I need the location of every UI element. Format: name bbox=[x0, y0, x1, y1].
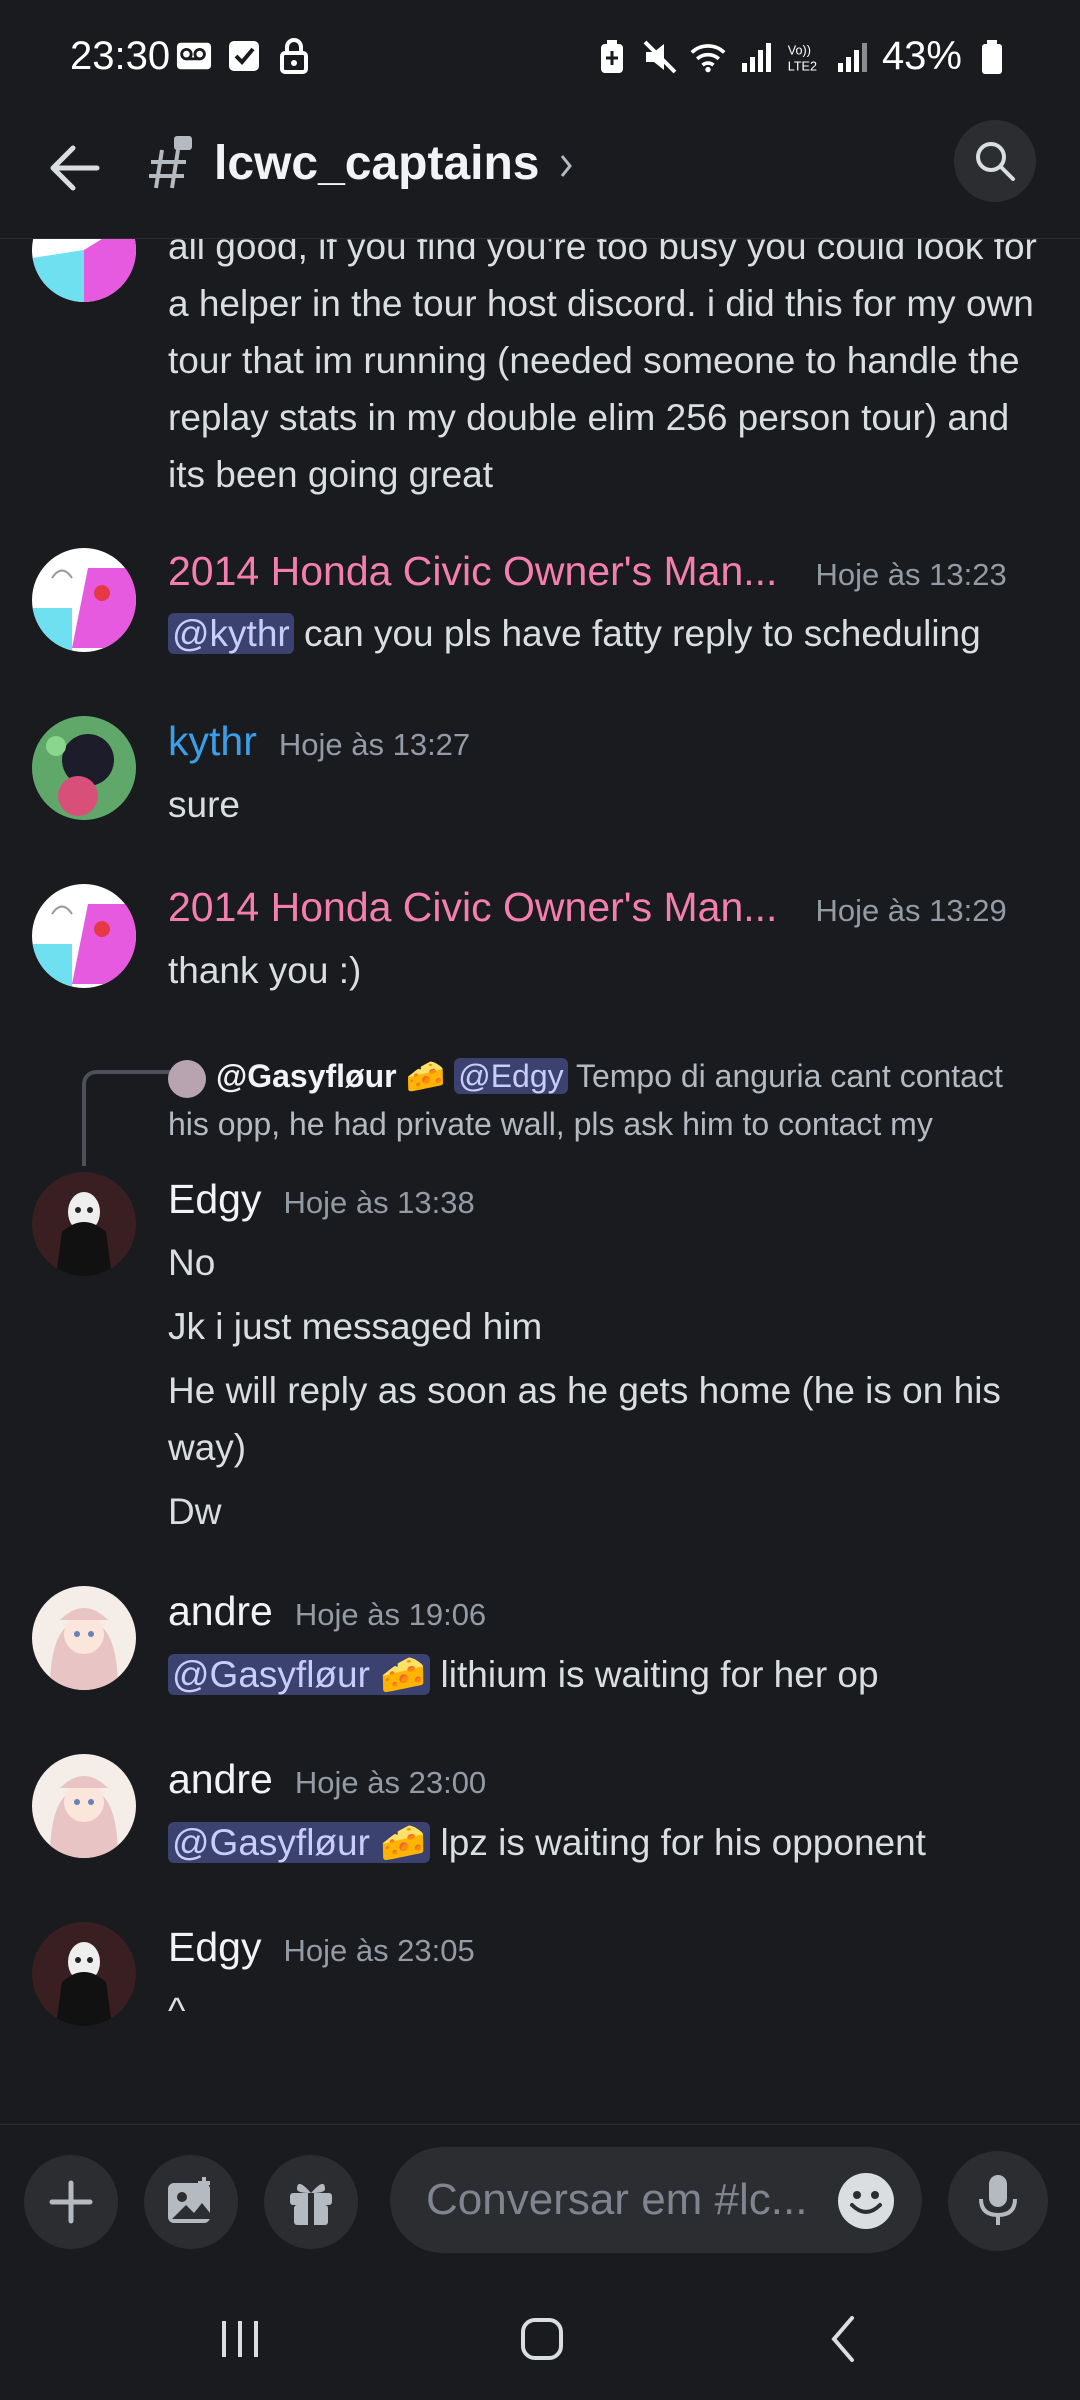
message-list[interactable]: all good, if you find you're too busy yo… bbox=[0, 238, 1080, 2123]
channel-header: lcwc_captains bbox=[0, 120, 1080, 239]
battery-percent: 43% bbox=[881, 34, 962, 78]
search-button[interactable] bbox=[954, 120, 1036, 202]
svg-text:Vo)): Vo)) bbox=[788, 43, 811, 57]
avatar[interactable] bbox=[32, 1172, 136, 1276]
avatar[interactable] bbox=[32, 1922, 136, 2026]
home-button[interactable] bbox=[482, 2304, 602, 2374]
battery-saver-icon bbox=[594, 39, 630, 75]
message-header: Edgy Hoje às 13:38 bbox=[168, 1176, 475, 1223]
message-body: can you pls have fatty reply to scheduli… bbox=[293, 613, 981, 654]
message-input[interactable] bbox=[424, 2169, 828, 2231]
message-line: No bbox=[168, 1242, 216, 1283]
discord-channel-screen: 23:30 Vo)) LTE2 43% lcwc_captains all go… bbox=[0, 0, 1080, 2400]
microphone-icon bbox=[979, 2175, 1017, 2225]
channel-title[interactable]: lcwc_captains bbox=[214, 136, 540, 191]
message-body: lpz is waiting for his opponent bbox=[430, 1822, 926, 1863]
avatar[interactable] bbox=[32, 1754, 136, 1858]
message-body: lithium is waiting for her op bbox=[430, 1654, 879, 1695]
nav-back-button[interactable] bbox=[784, 2304, 904, 2374]
message-text: @Gasyfløur 🧀 lpz is waiting for his oppo… bbox=[168, 1814, 1048, 1871]
timestamp: Hoje às 13:38 bbox=[283, 1185, 475, 1220]
user-mention[interactable]: @kythr bbox=[168, 613, 294, 654]
chevron-right-icon[interactable] bbox=[556, 146, 578, 186]
recent-apps-icon bbox=[222, 2321, 258, 2357]
message-header: kythr Hoje às 13:27 bbox=[168, 718, 470, 765]
message-header: andre Hoje às 19:06 bbox=[168, 1588, 486, 1635]
message-text: all good, if you find you're too busy yo… bbox=[168, 238, 1037, 495]
back-icon bbox=[831, 2316, 854, 2362]
message-line: He will reply as soon as he gets home (h… bbox=[168, 1370, 1001, 1468]
message-text: @Gasyfløur 🧀 lithium is waiting for her … bbox=[168, 1646, 1048, 1703]
user-mention[interactable]: @Gasyfløur 🧀 bbox=[168, 1654, 431, 1695]
author-name[interactable]: 2014 Honda Civic Owner's Man... bbox=[168, 884, 777, 931]
message-header: andre Hoje às 23:00 bbox=[168, 1756, 486, 1803]
message-line: Jk i just messaged him bbox=[168, 1306, 543, 1347]
reply-avatar bbox=[168, 1059, 206, 1098]
timestamp: Hoje às 13:27 bbox=[278, 727, 471, 762]
search-icon bbox=[976, 142, 1015, 181]
timestamp: Hoje às 13:23 bbox=[815, 557, 1007, 592]
home-icon bbox=[521, 2318, 563, 2360]
avatar[interactable] bbox=[32, 716, 136, 820]
signal-icon bbox=[834, 39, 870, 75]
avatar[interactable] bbox=[32, 238, 136, 302]
gift-button[interactable] bbox=[264, 2155, 358, 2249]
message-header: 2014 Honda Civic Owner's Man... Hoje às … bbox=[168, 548, 1007, 595]
timestamp: Hoje às 13:29 bbox=[815, 893, 1007, 928]
message-text: No Jk i just messaged him He will reply … bbox=[168, 1234, 1048, 1540]
wifi-icon bbox=[690, 39, 726, 75]
mute-icon bbox=[642, 39, 678, 75]
attach-button[interactable] bbox=[24, 2155, 118, 2249]
message-header: Edgy Hoje às 23:05 bbox=[168, 1924, 475, 1971]
message-input-container[interactable] bbox=[390, 2147, 922, 2253]
user-mention[interactable]: @Gasyfløur 🧀 bbox=[168, 1822, 431, 1863]
message-composer bbox=[0, 2124, 1080, 2277]
timestamp: Hoje às 19:06 bbox=[294, 1597, 487, 1632]
timestamp: Hoje às 23:05 bbox=[283, 1933, 475, 1968]
check-box-icon bbox=[226, 38, 262, 74]
message-text: sure bbox=[168, 784, 240, 825]
author-name[interactable]: andre bbox=[168, 1588, 273, 1635]
signal-icon bbox=[738, 39, 774, 75]
thread-hash-icon bbox=[148, 136, 194, 190]
emoji-icon bbox=[838, 2173, 894, 2229]
author-name[interactable]: Edgy bbox=[168, 1176, 261, 1223]
avatar[interactable] bbox=[32, 884, 136, 988]
gift-icon bbox=[290, 2183, 332, 2225]
author-name[interactable]: andre bbox=[168, 1756, 273, 1803]
author-name[interactable]: 2014 Honda Civic Owner's Man... bbox=[168, 548, 777, 595]
avatar[interactable] bbox=[32, 548, 136, 652]
avatar[interactable] bbox=[32, 1586, 136, 1690]
reply-author: @Gasyfløur 🧀 bbox=[216, 1058, 446, 1094]
timestamp: Hoje às 23:00 bbox=[294, 1765, 487, 1800]
message-text: ^ bbox=[168, 1990, 186, 2031]
battery-icon bbox=[974, 39, 1010, 75]
reply-preview[interactable]: @Gasyfløur 🧀 @Edgy Tempo di anguria cant… bbox=[168, 1052, 1028, 1148]
system-nav-bar bbox=[0, 2276, 1080, 2400]
image-icon bbox=[168, 2177, 210, 2223]
message-text: @kythr can you pls have fatty reply to s… bbox=[168, 605, 1048, 662]
author-name[interactable]: Edgy bbox=[168, 1924, 261, 1971]
user-mention: @Edgy bbox=[454, 1058, 568, 1094]
message-line: Dw bbox=[168, 1491, 222, 1532]
voice-button[interactable] bbox=[948, 2151, 1048, 2251]
lock-icon bbox=[276, 38, 312, 74]
svg-text:LTE2: LTE2 bbox=[788, 59, 817, 73]
reply-connector bbox=[82, 1070, 170, 1166]
recent-apps-button[interactable] bbox=[180, 2304, 300, 2374]
message-text: thank you :) bbox=[168, 950, 362, 991]
status-bar: 23:30 Vo)) LTE2 43% bbox=[0, 0, 1080, 120]
emoji-button[interactable] bbox=[836, 2171, 896, 2231]
media-button[interactable] bbox=[144, 2155, 238, 2249]
plus-icon bbox=[49, 2180, 93, 2224]
voicemail-icon bbox=[176, 38, 212, 74]
message-header: 2014 Honda Civic Owner's Man... Hoje às … bbox=[168, 884, 1007, 931]
status-time: 23:30 bbox=[70, 34, 171, 78]
volte-lte2-icon: Vo)) LTE2 bbox=[786, 39, 822, 75]
back-button[interactable] bbox=[42, 136, 106, 200]
arrow-left-icon bbox=[50, 145, 100, 191]
author-name[interactable]: kythr bbox=[168, 718, 257, 765]
